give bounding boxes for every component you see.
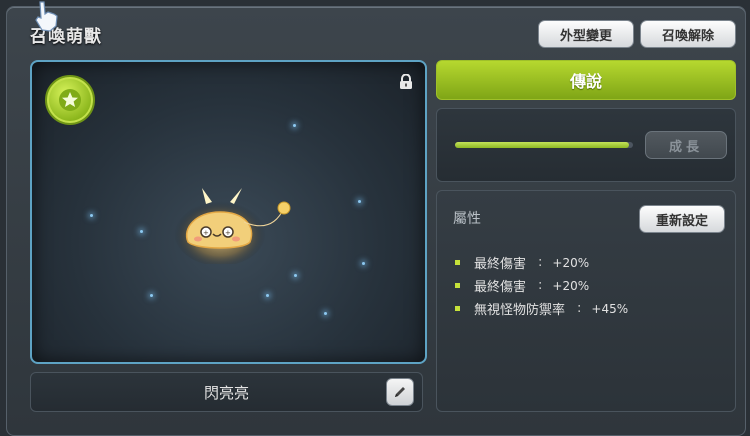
hand-cursor-icon bbox=[32, 0, 62, 36]
attribute-separator: : bbox=[538, 255, 543, 270]
pet-name-bar: 閃亮亮 bbox=[30, 372, 423, 412]
growth-panel: 成長 bbox=[436, 108, 736, 182]
bullet-icon bbox=[455, 260, 460, 265]
bullet-icon bbox=[455, 306, 460, 311]
attribute-list: 最終傷害 : +20% 最終傷害 : +20% 無視怪物防禦率 : +45% bbox=[455, 251, 628, 320]
sparkle bbox=[90, 214, 93, 217]
sparkle bbox=[294, 274, 297, 277]
growth-progress-fill bbox=[455, 142, 630, 148]
growth-button[interactable]: 成長 bbox=[645, 131, 727, 159]
svg-text:+: + bbox=[203, 229, 209, 237]
sparkle bbox=[140, 230, 143, 233]
grade-legendary-bar: 傳說 bbox=[436, 60, 736, 100]
attribute-value: +20% bbox=[552, 278, 590, 293]
sparkle bbox=[362, 262, 365, 265]
sparkle bbox=[293, 124, 296, 127]
attribute-name: 最終傷害 bbox=[474, 280, 527, 295]
attribute-item: 無視怪物防禦率 : +45% bbox=[455, 297, 628, 320]
sparkle bbox=[150, 294, 153, 297]
change-appearance-button[interactable]: 外型變更 bbox=[538, 20, 634, 48]
attribute-item: 最終傷害 : +20% bbox=[455, 274, 628, 297]
release-summon-button[interactable]: 召喚解除 bbox=[640, 20, 736, 48]
sparkle bbox=[324, 312, 327, 315]
pet-viewport: + + bbox=[30, 60, 427, 364]
svg-text:+: + bbox=[225, 229, 231, 237]
reset-attributes-button[interactable]: 重新設定 bbox=[639, 205, 725, 233]
attribute-separator: : bbox=[538, 278, 543, 293]
bullet-icon bbox=[455, 283, 460, 288]
attributes-panel: 屬性 重新設定 最終傷害 : +20% 最終傷害 : +20% 無視怪物防禦率 … bbox=[436, 190, 736, 412]
attribute-value: +45% bbox=[591, 301, 629, 316]
growth-progress-bar bbox=[455, 142, 633, 148]
pet-name: 閃亮亮 bbox=[203, 384, 249, 402]
attributes-title: 屬性 bbox=[453, 211, 481, 227]
sparkle bbox=[358, 200, 361, 203]
edit-pencil-icon[interactable] bbox=[386, 378, 414, 406]
attribute-name: 無視怪物防禦率 bbox=[474, 303, 566, 318]
attribute-value: +20% bbox=[552, 255, 590, 270]
sparkle bbox=[266, 294, 269, 297]
attribute-name: 最終傷害 bbox=[474, 257, 527, 272]
lock-icon[interactable] bbox=[399, 73, 413, 94]
attribute-separator: : bbox=[577, 301, 582, 316]
star-badge-icon bbox=[45, 75, 95, 125]
pet-sprite: + + bbox=[172, 184, 302, 268]
attribute-item: 最終傷害 : +20% bbox=[455, 251, 628, 274]
